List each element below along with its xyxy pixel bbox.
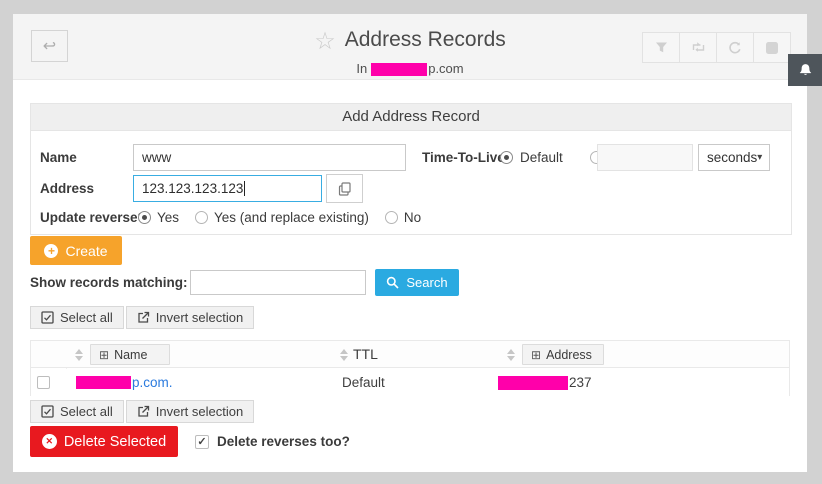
redacted-domain [371,63,427,76]
bell-icon [798,63,813,78]
select-all-icon [41,405,54,418]
add-record-panel: Add Address Record Name Time-To-Live Def… [30,103,792,235]
invert-selection-label: Invert selection [156,404,243,419]
record-name-link[interactable]: p.com. [132,369,173,396]
selection-controls-top: Select all Invert selection [30,306,254,329]
select-all-icon [41,311,54,324]
panel-title: Add Address Record [31,104,791,131]
refresh-button[interactable] [716,32,754,63]
select-all-label: Select all [60,310,113,325]
delete-reverses-checkbox[interactable]: ✓ [195,435,209,449]
invert-selection-icon [137,311,150,324]
filter-button[interactable] [642,32,680,63]
update-option-yes-replace[interactable]: Yes (and replace existing) [195,210,369,225]
plus-box-icon: ⊞ [99,348,109,362]
sort-name-icon[interactable] [75,349,83,361]
ttl-default-radio[interactable] [500,151,513,164]
copy-button[interactable] [326,174,363,203]
repeat-icon [691,41,706,54]
search-button-label: Search [406,275,447,290]
repeat-button[interactable] [679,32,717,63]
invert-selection-button[interactable]: Invert selection [126,306,254,329]
ttl-unit-value: seconds [707,150,757,165]
invert-selection-icon [137,405,150,418]
header-toolbar [643,32,791,63]
radio-yes[interactable] [138,211,151,224]
selection-controls-bottom: Select all Invert selection [30,400,254,423]
ttl-default-label: Default [520,144,563,171]
invert-selection-button-bottom[interactable]: Invert selection [126,400,254,423]
select-all-button-bottom[interactable]: Select all [30,400,124,423]
delete-selected-label: Delete Selected [64,434,166,450]
delete-reverses-label: Delete reverses too? [217,434,350,449]
redacted-record-name [76,376,131,389]
search-label: Show records matching: [30,275,188,290]
ttl-label: Time-To-Live [422,144,505,171]
radio-yes-label: Yes [157,210,179,225]
chevron-down-icon: ▾ [757,152,762,163]
address-input[interactable]: 123.123.123.123 [133,175,322,202]
ttl-column-label: TTL [353,341,378,368]
notifications-tab[interactable] [788,54,822,86]
table-header: ⊞ Name TTL ⊞ Address [31,341,789,368]
stop-button[interactable] [753,32,791,63]
create-button[interactable]: + Create [30,236,122,265]
times-circle-icon: ✕ [42,434,57,449]
panel-body: Name Time-To-Live Default seconds ▾ Addr… [31,131,791,234]
create-button-label: Create [65,243,107,259]
subtitle-prefix: In [356,61,367,76]
sort-ttl-icon[interactable] [340,349,348,361]
plus-box-icon: ⊞ [531,348,541,362]
search-input[interactable] [190,270,366,295]
delete-reverses-option: ✓ Delete reverses too? [195,434,350,449]
page-title: Address Records [345,28,506,51]
update-option-yes[interactable]: Yes [138,210,179,225]
address-column-button[interactable]: ⊞ Address [522,344,604,365]
plus-circle-icon: + [44,244,58,258]
page-header: ↩ ☆Address Records Inp.com [13,14,807,80]
record-address: 237 [569,369,592,396]
stop-icon [766,42,778,54]
redacted-record-address [498,376,568,390]
main-window: ↩ ☆Address Records Inp.com [13,14,807,472]
records-table: ⊞ Name TTL ⊞ Address p.com. Default 237 [30,340,790,396]
radio-no-label: No [404,210,421,225]
search-button[interactable]: Search [375,269,459,296]
address-value: 123.123.123.123 [142,181,243,196]
row-checkbox[interactable] [37,376,50,389]
ttl-custom-input[interactable] [597,144,693,171]
address-label: Address [40,175,94,202]
select-all-button[interactable]: Select all [30,306,124,329]
delete-selected-button[interactable]: ✕ Delete Selected [30,426,178,457]
name-label: Name [40,144,77,171]
radio-yes-replace[interactable] [195,211,208,224]
radio-yes-replace-label: Yes (and replace existing) [214,210,369,225]
radio-no[interactable] [385,211,398,224]
name-column-button[interactable]: ⊞ Name [90,344,170,365]
update-reverse-label: Update reverse? [40,210,146,225]
page-subtitle: In p.com [13,61,807,76]
ttl-unit-select[interactable]: seconds ▾ [698,144,770,171]
table-row: p.com. Default 237 [31,369,789,396]
subtitle-suffix: p.com [428,61,463,76]
update-reverse-options: Yes Yes (and replace existing) No [138,207,421,227]
text-caret [244,181,245,196]
invert-selection-label: Invert selection [156,310,243,325]
sort-address-icon[interactable] [507,349,515,361]
name-input[interactable] [133,144,406,171]
select-all-label: Select all [60,404,113,419]
search-icon [386,276,399,289]
name-column-label: Name [114,348,147,362]
update-option-no[interactable]: No [385,210,421,225]
refresh-icon [728,41,742,55]
screen: ↩ ☆Address Records Inp.com [0,0,822,484]
address-column-label: Address [546,348,592,362]
star-icon[interactable]: ☆ [314,28,336,55]
record-ttl: Default [342,369,385,396]
filter-icon [655,41,668,54]
copy-icon [338,182,351,196]
